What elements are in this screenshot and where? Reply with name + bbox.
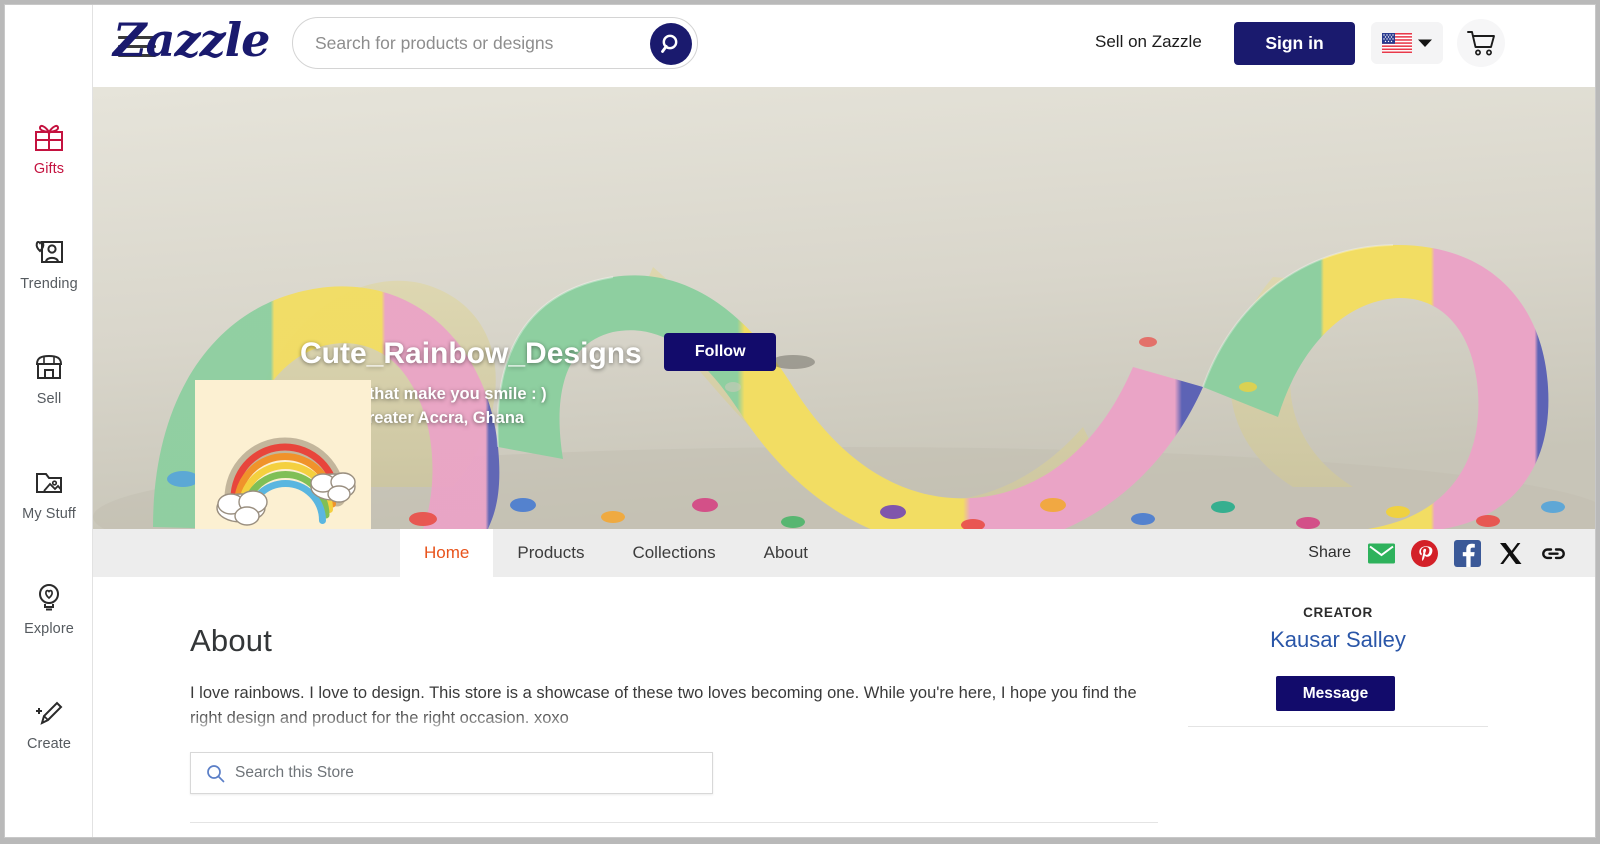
screenshot-frame: Gifts Trending Sell My Stuff Explore Cre… [0,0,1600,844]
gift-icon [35,124,63,151]
search-icon [207,765,225,783]
tab-about[interactable]: About [740,529,832,577]
facebook-share-icon[interactable] [1453,539,1482,568]
store-search-input[interactable] [235,753,695,793]
share-label: Share [1308,544,1351,561]
tab-collections[interactable]: Collections [608,529,739,577]
x-twitter-share-icon[interactable] [1496,539,1525,568]
chevron-down-icon [1418,39,1432,47]
sidebar-item-my-stuff[interactable]: My Stuff [5,462,93,522]
store-tabs: Home Products Collections About [400,529,832,577]
tab-products[interactable]: Products [493,529,608,577]
shopping-cart-icon [1467,31,1495,56]
content-divider [190,822,1158,823]
sidebar-item-sell[interactable]: Sell [5,347,93,407]
left-sidebar: Gifts Trending Sell My Stuff Explore Cre… [5,5,93,837]
locale-selector-button[interactable] [1371,22,1443,64]
sidebar-item-label: Sell [36,391,62,407]
sidebar-item-trending[interactable]: Trending [5,232,93,292]
folder-image-icon [36,473,62,493]
tab-home[interactable]: Home [400,529,494,577]
copy-link-icon[interactable] [1539,539,1568,568]
cart-button[interactable] [1457,19,1505,67]
sidebar-item-label: Explore [24,621,74,637]
creator-name-link[interactable]: Kausar Salley [1188,627,1488,653]
top-header: Zazzle Sell on Zazzle Sign in [93,5,1595,87]
sidebar-item-label: My Stuff [22,506,76,522]
shop-icon [35,354,63,379]
about-text: I love rainbows. I love to design. This … [190,684,1137,727]
message-button[interactable]: Message [1276,676,1395,711]
creator-panel-divider [1188,726,1488,727]
sign-in-button[interactable]: Sign in [1234,22,1355,65]
store-tab-bar: Home Products Collections About Share [93,529,1595,577]
main-content: About I love rainbows. I love to design.… [93,577,1595,837]
zazzle-logo[interactable]: Zazzle [113,13,270,67]
sidebar-item-label: Gifts [33,161,65,177]
lightbulb-heart-icon [39,584,59,611]
sidebar-item-label: Create [26,736,72,752]
search-icon [661,34,678,53]
search-input[interactable] [315,18,645,68]
sidebar-item-gifts[interactable]: Gifts [5,117,93,177]
trending-icon [35,241,63,263]
pinterest-share-icon[interactable] [1410,539,1439,568]
store-search-box [190,752,713,794]
about-heading: About [190,623,273,658]
follow-button[interactable]: Follow [664,333,777,371]
sell-on-zazzle-link[interactable]: Sell on Zazzle [1095,32,1202,52]
pencil-sparkle-icon [36,701,63,725]
sidebar-item-label: Trending [20,276,78,292]
share-group: Share [1308,529,1568,577]
creator-label: CREATOR [1303,605,1373,620]
search-button[interactable] [650,23,692,65]
zazzle-store-page: Gifts Trending Sell My Stuff Explore Cre… [4,4,1596,838]
sidebar-item-explore[interactable]: Explore [5,577,93,637]
us-flag-icon [1382,33,1412,53]
sidebar-item-create[interactable]: Create [5,692,93,752]
global-search-bar [292,17,698,69]
email-share-icon[interactable] [1367,539,1396,568]
